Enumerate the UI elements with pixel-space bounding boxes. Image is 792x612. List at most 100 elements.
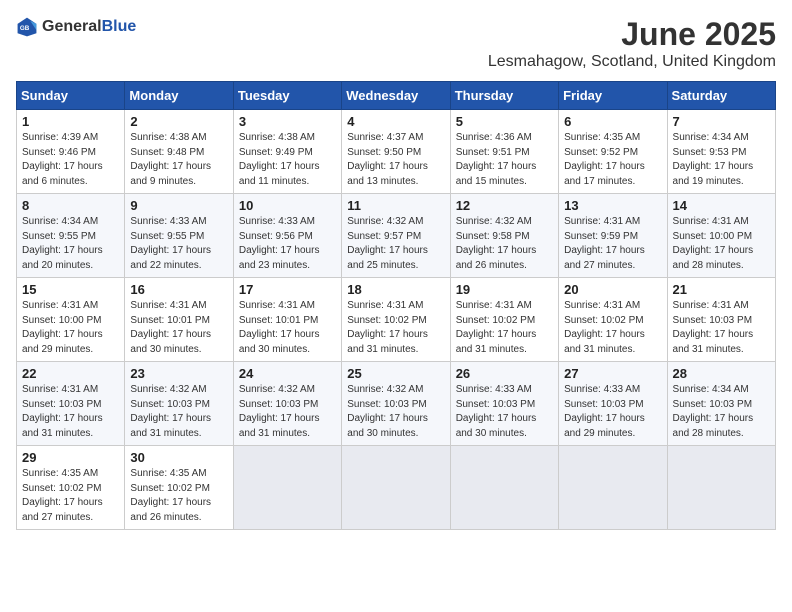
- day-detail: Sunrise: 4:32 AMSunset: 9:58 PMDaylight:…: [456, 216, 537, 271]
- day-number: 13: [564, 198, 661, 213]
- day-number: 2: [130, 114, 227, 129]
- calendar-cell: 13 Sunrise: 4:31 AMSunset: 9:59 PMDaylig…: [559, 194, 667, 278]
- day-header-monday: Monday: [125, 82, 233, 110]
- calendar-cell: 2 Sunrise: 4:38 AMSunset: 9:48 PMDayligh…: [125, 110, 233, 194]
- day-number: 15: [22, 282, 119, 297]
- day-number: 30: [130, 450, 227, 465]
- calendar-cell: 14 Sunrise: 4:31 AMSunset: 10:00 PMDayli…: [667, 194, 775, 278]
- day-detail: Sunrise: 4:33 AMSunset: 10:03 PMDaylight…: [564, 384, 645, 439]
- logo: GB GeneralBlue: [16, 16, 136, 38]
- day-number: 10: [239, 198, 336, 213]
- calendar-week-row: 8 Sunrise: 4:34 AMSunset: 9:55 PMDayligh…: [17, 194, 776, 278]
- day-detail: Sunrise: 4:31 AMSunset: 10:00 PMDaylight…: [22, 300, 103, 355]
- calendar-week-row: 15 Sunrise: 4:31 AMSunset: 10:00 PMDayli…: [17, 278, 776, 362]
- day-detail: Sunrise: 4:31 AMSunset: 10:03 PMDaylight…: [22, 384, 103, 439]
- day-number: 1: [22, 114, 119, 129]
- calendar-cell: 17 Sunrise: 4:31 AMSunset: 10:01 PMDayli…: [233, 278, 341, 362]
- calendar-cell: 23 Sunrise: 4:32 AMSunset: 10:03 PMDayli…: [125, 362, 233, 446]
- day-number: 5: [456, 114, 553, 129]
- calendar-cell: [450, 446, 558, 530]
- calendar-cell: 9 Sunrise: 4:33 AMSunset: 9:55 PMDayligh…: [125, 194, 233, 278]
- day-number: 28: [673, 366, 770, 381]
- title-area: June 2025 Lesmahagow, Scotland, United K…: [488, 16, 776, 71]
- logo-general: GeneralBlue: [42, 18, 136, 36]
- day-number: 20: [564, 282, 661, 297]
- day-number: 19: [456, 282, 553, 297]
- day-detail: Sunrise: 4:35 AMSunset: 9:52 PMDaylight:…: [564, 132, 645, 187]
- day-header-tuesday: Tuesday: [233, 82, 341, 110]
- calendar-cell: 30 Sunrise: 4:35 AMSunset: 10:02 PMDayli…: [125, 446, 233, 530]
- calendar-cell: 25 Sunrise: 4:32 AMSunset: 10:03 PMDayli…: [342, 362, 450, 446]
- day-detail: Sunrise: 4:32 AMSunset: 10:03 PMDaylight…: [347, 384, 428, 439]
- day-number: 9: [130, 198, 227, 213]
- day-number: 27: [564, 366, 661, 381]
- day-detail: Sunrise: 4:32 AMSunset: 10:03 PMDaylight…: [239, 384, 320, 439]
- day-detail: Sunrise: 4:33 AMSunset: 10:03 PMDaylight…: [456, 384, 537, 439]
- day-header-wednesday: Wednesday: [342, 82, 450, 110]
- day-header-sunday: Sunday: [17, 82, 125, 110]
- calendar-cell: 19 Sunrise: 4:31 AMSunset: 10:02 PMDayli…: [450, 278, 558, 362]
- calendar-cell: 10 Sunrise: 4:33 AMSunset: 9:56 PMDaylig…: [233, 194, 341, 278]
- day-number: 24: [239, 366, 336, 381]
- page-subtitle: Lesmahagow, Scotland, United Kingdom: [488, 53, 776, 71]
- calendar-cell: 5 Sunrise: 4:36 AMSunset: 9:51 PMDayligh…: [450, 110, 558, 194]
- day-number: 16: [130, 282, 227, 297]
- calendar-week-row: 29 Sunrise: 4:35 AMSunset: 10:02 PMDayli…: [17, 446, 776, 530]
- day-detail: Sunrise: 4:34 AMSunset: 9:53 PMDaylight:…: [673, 132, 754, 187]
- day-number: 25: [347, 366, 444, 381]
- day-number: 12: [456, 198, 553, 213]
- day-number: 8: [22, 198, 119, 213]
- calendar-table: SundayMondayTuesdayWednesdayThursdayFrid…: [16, 81, 776, 530]
- day-number: 21: [673, 282, 770, 297]
- day-detail: Sunrise: 4:31 AMSunset: 10:02 PMDaylight…: [456, 300, 537, 355]
- day-detail: Sunrise: 4:33 AMSunset: 9:56 PMDaylight:…: [239, 216, 320, 271]
- day-number: 23: [130, 366, 227, 381]
- day-detail: Sunrise: 4:35 AMSunset: 10:02 PMDaylight…: [22, 468, 103, 523]
- calendar-cell: 6 Sunrise: 4:35 AMSunset: 9:52 PMDayligh…: [559, 110, 667, 194]
- calendar-cell: 16 Sunrise: 4:31 AMSunset: 10:01 PMDayli…: [125, 278, 233, 362]
- day-detail: Sunrise: 4:31 AMSunset: 10:03 PMDaylight…: [673, 300, 754, 355]
- day-number: 14: [673, 198, 770, 213]
- day-detail: Sunrise: 4:31 AMSunset: 10:02 PMDaylight…: [347, 300, 428, 355]
- day-number: 26: [456, 366, 553, 381]
- day-header-thursday: Thursday: [450, 82, 558, 110]
- calendar-week-row: 22 Sunrise: 4:31 AMSunset: 10:03 PMDayli…: [17, 362, 776, 446]
- logo-icon: GB: [16, 16, 38, 38]
- day-number: 17: [239, 282, 336, 297]
- day-header-friday: Friday: [559, 82, 667, 110]
- day-number: 29: [22, 450, 119, 465]
- calendar-cell: 12 Sunrise: 4:32 AMSunset: 9:58 PMDaylig…: [450, 194, 558, 278]
- calendar-cell: 29 Sunrise: 4:35 AMSunset: 10:02 PMDayli…: [17, 446, 125, 530]
- day-detail: Sunrise: 4:31 AMSunset: 10:00 PMDaylight…: [673, 216, 754, 271]
- calendar-cell: 11 Sunrise: 4:32 AMSunset: 9:57 PMDaylig…: [342, 194, 450, 278]
- day-detail: Sunrise: 4:39 AMSunset: 9:46 PMDaylight:…: [22, 132, 103, 187]
- day-detail: Sunrise: 4:36 AMSunset: 9:51 PMDaylight:…: [456, 132, 537, 187]
- header: GB GeneralBlue June 2025 Lesmahagow, Sco…: [16, 16, 776, 71]
- day-detail: Sunrise: 4:31 AMSunset: 10:02 PMDaylight…: [564, 300, 645, 355]
- day-number: 3: [239, 114, 336, 129]
- calendar-cell: 8 Sunrise: 4:34 AMSunset: 9:55 PMDayligh…: [17, 194, 125, 278]
- day-detail: Sunrise: 4:31 AMSunset: 10:01 PMDaylight…: [130, 300, 211, 355]
- calendar-cell: [233, 446, 341, 530]
- calendar-cell: 20 Sunrise: 4:31 AMSunset: 10:02 PMDayli…: [559, 278, 667, 362]
- day-detail: Sunrise: 4:31 AMSunset: 10:01 PMDaylight…: [239, 300, 320, 355]
- day-number: 6: [564, 114, 661, 129]
- day-detail: Sunrise: 4:37 AMSunset: 9:50 PMDaylight:…: [347, 132, 428, 187]
- calendar-cell: 24 Sunrise: 4:32 AMSunset: 10:03 PMDayli…: [233, 362, 341, 446]
- calendar-cell: 18 Sunrise: 4:31 AMSunset: 10:02 PMDayli…: [342, 278, 450, 362]
- day-number: 4: [347, 114, 444, 129]
- day-detail: Sunrise: 4:31 AMSunset: 9:59 PMDaylight:…: [564, 216, 645, 271]
- calendar-cell: [342, 446, 450, 530]
- day-detail: Sunrise: 4:33 AMSunset: 9:55 PMDaylight:…: [130, 216, 211, 271]
- calendar-cell: 1 Sunrise: 4:39 AMSunset: 9:46 PMDayligh…: [17, 110, 125, 194]
- svg-text:GB: GB: [20, 25, 30, 32]
- day-detail: Sunrise: 4:38 AMSunset: 9:48 PMDaylight:…: [130, 132, 211, 187]
- page-title: June 2025: [488, 16, 776, 53]
- calendar-week-row: 1 Sunrise: 4:39 AMSunset: 9:46 PMDayligh…: [17, 110, 776, 194]
- day-number: 11: [347, 198, 444, 213]
- calendar-cell: [559, 446, 667, 530]
- calendar-cell: 28 Sunrise: 4:34 AMSunset: 10:03 PMDayli…: [667, 362, 775, 446]
- calendar-cell: 21 Sunrise: 4:31 AMSunset: 10:03 PMDayli…: [667, 278, 775, 362]
- day-detail: Sunrise: 4:34 AMSunset: 10:03 PMDaylight…: [673, 384, 754, 439]
- day-detail: Sunrise: 4:34 AMSunset: 9:55 PMDaylight:…: [22, 216, 103, 271]
